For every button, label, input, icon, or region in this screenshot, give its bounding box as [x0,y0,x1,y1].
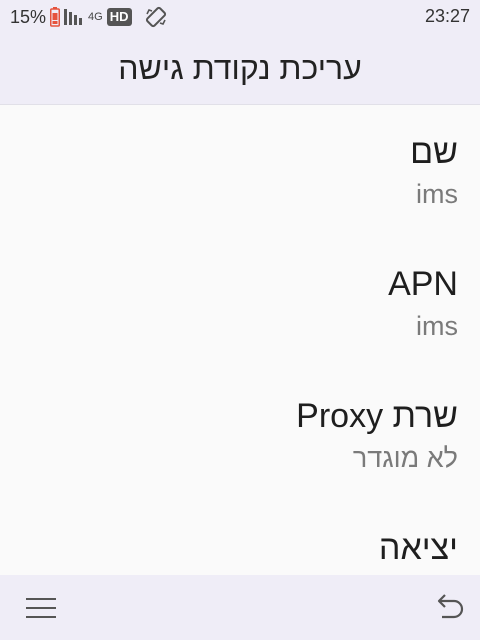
signal-bars-icon [64,7,86,27]
pref-title: שרת Proxy [296,397,458,435]
pref-title: שם [410,133,458,171]
pref-item-name[interactable]: שם ims [0,105,480,237]
pref-title: יציאה [378,529,458,567]
pref-item-apn[interactable]: APN ims [0,237,480,369]
hamburger-menu-icon [26,598,56,618]
back-arrow-icon [437,594,464,619]
app-screen: 15% 4G HD 23:27 עריכת נקודת גישה שם ims … [0,0,480,640]
auto-rotate-icon [144,5,168,29]
pref-summary: לא מוגדר [352,443,458,473]
clock: 23:27 [424,6,470,26]
battery-percentage: 15% [10,6,47,27]
battery-icon [50,7,61,27]
pref-title: APN [388,265,458,303]
pref-summary: ims [416,311,458,341]
hd-badge: HD [106,8,132,26]
pref-summary: ims [416,179,458,209]
apn-settings-list: שם ims APN ims שרת Proxy לא מוגדר יציאה [0,105,480,575]
pref-item-port[interactable]: יציאה [0,501,480,575]
page-title: עריכת נקודת גישה [118,50,362,86]
menu-button[interactable] [24,593,60,623]
pref-item-proxy[interactable]: שרת Proxy לא מוגדר [0,369,480,501]
app-header: עריכת נקודת גישה [0,34,480,105]
status-bar: 15% 4G HD 23:27 [0,0,480,34]
status-bar-left: 15% 4G HD [10,5,168,29]
back-button[interactable] [430,591,466,625]
network-type-label: 4G [88,11,103,23]
bottom-navigation-bar [0,575,480,640]
